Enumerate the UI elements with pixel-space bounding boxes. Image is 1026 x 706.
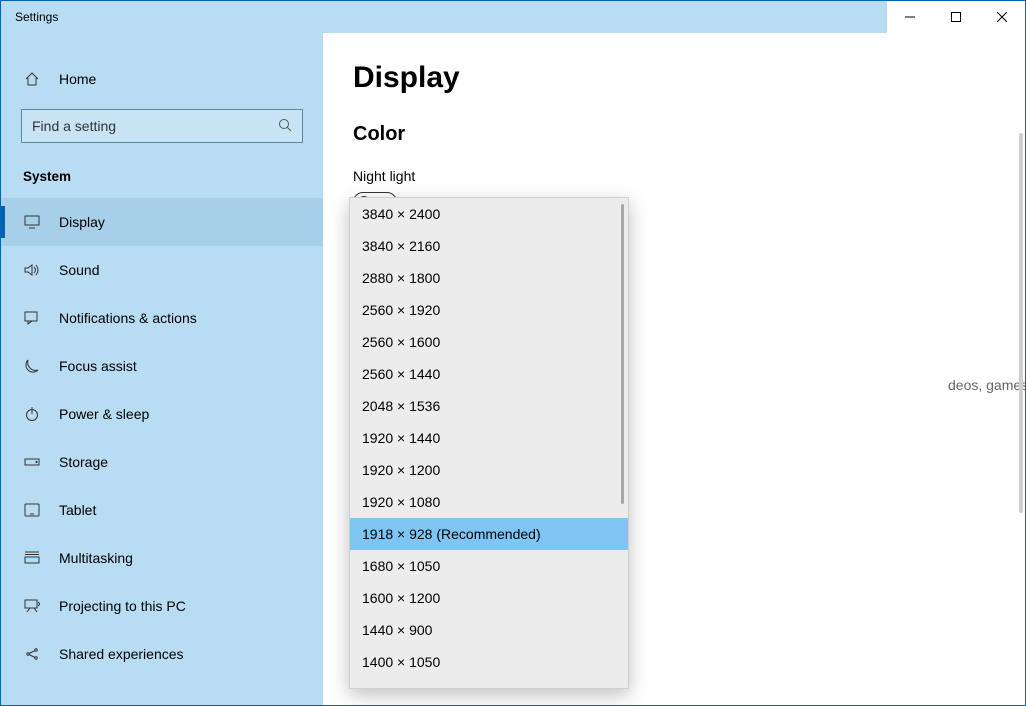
sidebar-item-sound[interactable]: Sound [1,246,323,294]
storage-icon [23,456,41,468]
resolution-option[interactable]: 2560 × 1600 [350,326,628,358]
minimize-button[interactable] [887,1,933,33]
sidebar-item-focus-assist[interactable]: Focus assist [1,342,323,390]
shared-icon [23,646,41,662]
content-scrollbar[interactable] [1019,133,1023,513]
sidebar-item-tablet[interactable]: Tablet [1,486,323,534]
resolution-option[interactable]: 2560 × 1920 [350,294,628,326]
color-heading: Color [353,123,995,146]
sidebar-item-shared-experiences[interactable]: Shared experiences [1,630,323,678]
resolution-option[interactable]: 1918 × 928 (Recommended) [350,518,628,550]
sidebar-item-label: Notifications & actions [59,310,197,326]
focus-assist-icon [23,358,41,374]
sidebar-item-label: Storage [59,454,108,470]
obscured-text: deos, games and apps that [948,377,1025,393]
sidebar: Home System Display Sound Notifications & … [1,33,323,705]
resolution-option[interactable]: 1920 × 1080 [350,486,628,518]
tablet-icon [23,503,41,517]
titlebar: Settings [1,1,1025,33]
sidebar-item-label: Projecting to this PC [59,598,186,614]
resolution-option[interactable]: 2880 × 1800 [350,262,628,294]
power-icon [23,406,41,422]
sidebar-item-label: Power & sleep [59,406,149,422]
minimize-icon [905,12,915,22]
sidebar-item-label: Display [59,214,105,230]
maximize-icon [951,12,961,22]
resolution-option[interactable]: 1920 × 1440 [350,422,628,454]
search-box[interactable] [21,109,303,143]
sidebar-item-storage[interactable]: Storage [1,438,323,486]
sidebar-item-power-sleep[interactable]: Power & sleep [1,390,323,438]
sound-icon [23,263,41,277]
projecting-icon [23,599,41,613]
night-light-label: Night light [353,168,995,184]
home-label: Home [59,71,96,87]
sidebar-item-label: Shared experiences [59,646,184,662]
resolution-dropdown[interactable]: 3840 × 24003840 × 21602880 × 18002560 × … [349,197,629,689]
settings-window: Settings Home [0,0,1026,706]
sidebar-item-projecting-to-this-pc[interactable]: Projecting to this PC [1,582,323,630]
search-input[interactable] [32,118,278,134]
page-title: Display [353,61,995,95]
sidebar-item-label: Tablet [59,502,96,518]
resolution-option[interactable]: 3840 × 2160 [350,230,628,262]
close-button[interactable] [979,1,1025,33]
sidebar-item-display[interactable]: Display [1,198,323,246]
sidebar-item-label: Sound [59,262,99,278]
section-title: System [1,161,323,198]
notifications-icon [23,311,41,325]
resolution-option[interactable]: 1920 × 1200 [350,454,628,486]
window-controls [887,1,1025,33]
dropdown-scrollbar[interactable] [621,204,624,504]
resolution-option[interactable]: 1680 × 1050 [350,550,628,582]
resolution-option[interactable]: 2560 × 1440 [350,358,628,390]
titlebar-left: Settings [1,10,58,24]
search-icon [278,118,292,135]
sidebar-item-label: Focus assist [59,358,137,374]
search-container [1,109,323,161]
sidebar-item-multitasking[interactable]: Multitasking [1,534,323,582]
resolution-option[interactable]: 2048 × 1536 [350,390,628,422]
home-button[interactable]: Home [1,61,323,97]
close-icon [997,12,1007,22]
display-icon [23,215,41,229]
sidebar-item-notifications-actions[interactable]: Notifications & actions [1,294,323,342]
sidebar-item-label: Multitasking [59,550,133,566]
resolution-option[interactable]: 1400 × 1050 [350,646,628,678]
multitasking-icon [23,551,41,565]
maximize-button[interactable] [933,1,979,33]
resolution-option[interactable]: 3840 × 2400 [350,198,628,230]
resolution-option[interactable]: 1440 × 900 [350,614,628,646]
window-title: Settings [15,10,58,24]
resolution-option[interactable]: 1600 × 1200 [350,582,628,614]
home-icon [23,71,41,87]
sidebar-nav: Display Sound Notifications & actions Focus… [1,198,323,705]
